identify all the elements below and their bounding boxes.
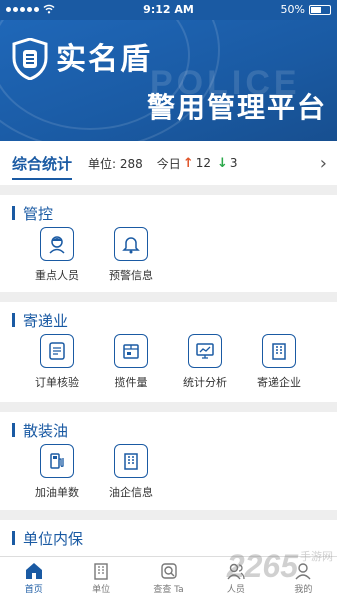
site-watermark: 2265 手游网: [226, 548, 333, 584]
bell-icon: [114, 227, 148, 261]
today-stats: 今日 ↑ 12 ↓ 3: [156, 155, 238, 171]
arrow-down-icon: ↓: [217, 155, 228, 171]
menu-item-fuel-orders[interactable]: 加油单数: [20, 444, 94, 500]
menu-item-order-verify[interactable]: 订单核验: [20, 334, 94, 390]
menu-item-label: 订单核验: [35, 376, 79, 389]
menu-item-key-persons[interactable]: 重点人员: [20, 227, 94, 283]
down-count: 3: [229, 156, 238, 170]
building-icon: [114, 444, 148, 478]
package-icon: [114, 334, 148, 368]
menu-item-label: 油企信息: [109, 486, 153, 499]
summary-row[interactable]: 综合统计 单位: 288 今日 ↑ 12 ↓ 3 ›: [0, 141, 337, 185]
person-icon: [40, 227, 74, 261]
tab-label: 首页: [24, 585, 43, 595]
building-icon: [262, 334, 296, 368]
tab-units[interactable]: 单位: [67, 557, 134, 600]
fuel-pump-icon: [40, 444, 74, 478]
menu-item-label: 揽件量: [114, 376, 148, 389]
arrow-up-icon: ↑: [182, 155, 194, 171]
header-banner: POLICE 实名盾 警用管理平台: [0, 20, 337, 141]
app-brand: 实名盾: [56, 42, 152, 77]
summary-title: 综合统计: [12, 154, 73, 180]
section-bulk-oil: 散装油 加油单数 油企信息: [0, 412, 337, 510]
battery-icon: [309, 4, 331, 15]
chart-monitor-icon: [188, 334, 222, 368]
section-title: 散装油: [23, 421, 69, 440]
section-control: 管控 重点人员 预警信息: [0, 195, 337, 292]
menu-item-label: 重点人员: [35, 269, 79, 282]
section-title: 管控: [23, 204, 54, 223]
battery-percent: 50%: [280, 3, 305, 16]
tab-label: 查查 Ta: [153, 585, 184, 595]
section-title: 寄递业: [23, 311, 69, 330]
menu-item-label: 统计分析: [183, 376, 227, 389]
menu-item-pickup[interactable]: 揽件量: [94, 334, 168, 390]
menu-item-delivery-companies[interactable]: 寄递企业: [242, 334, 316, 390]
menu-item-statistics[interactable]: 统计分析: [168, 334, 242, 390]
menu-item-label: 寄递企业: [257, 376, 301, 389]
tab-lookup[interactable]: 查查 Ta: [135, 557, 202, 600]
tab-home[interactable]: 首页: [0, 557, 67, 600]
unit-count-text: 单位: 288: [88, 156, 143, 171]
platform-title: 警用管理平台: [146, 91, 327, 124]
home-icon: [25, 563, 42, 579]
menu-item-label: 加油单数: [35, 486, 79, 499]
section-delivery: 寄递业 订单核验 揽件量 统计分析 寄递企业: [0, 302, 337, 402]
up-count: 12: [195, 156, 211, 170]
menu-item-alerts[interactable]: 预警信息: [94, 227, 168, 283]
shield-logo-icon: [12, 38, 48, 80]
menu-item-oil-companies[interactable]: 油企信息: [94, 444, 168, 500]
building-icon: [94, 563, 108, 580]
status-bar: 9:12 AM 50%: [0, 0, 337, 20]
chevron-right-icon[interactable]: ›: [320, 153, 327, 174]
tab-label: 单位: [92, 585, 111, 595]
menu-item-label: 预警信息: [109, 269, 153, 282]
section-title: 单位内保: [23, 529, 84, 548]
search-person-icon: [160, 563, 177, 579]
order-verify-icon: [40, 334, 74, 368]
